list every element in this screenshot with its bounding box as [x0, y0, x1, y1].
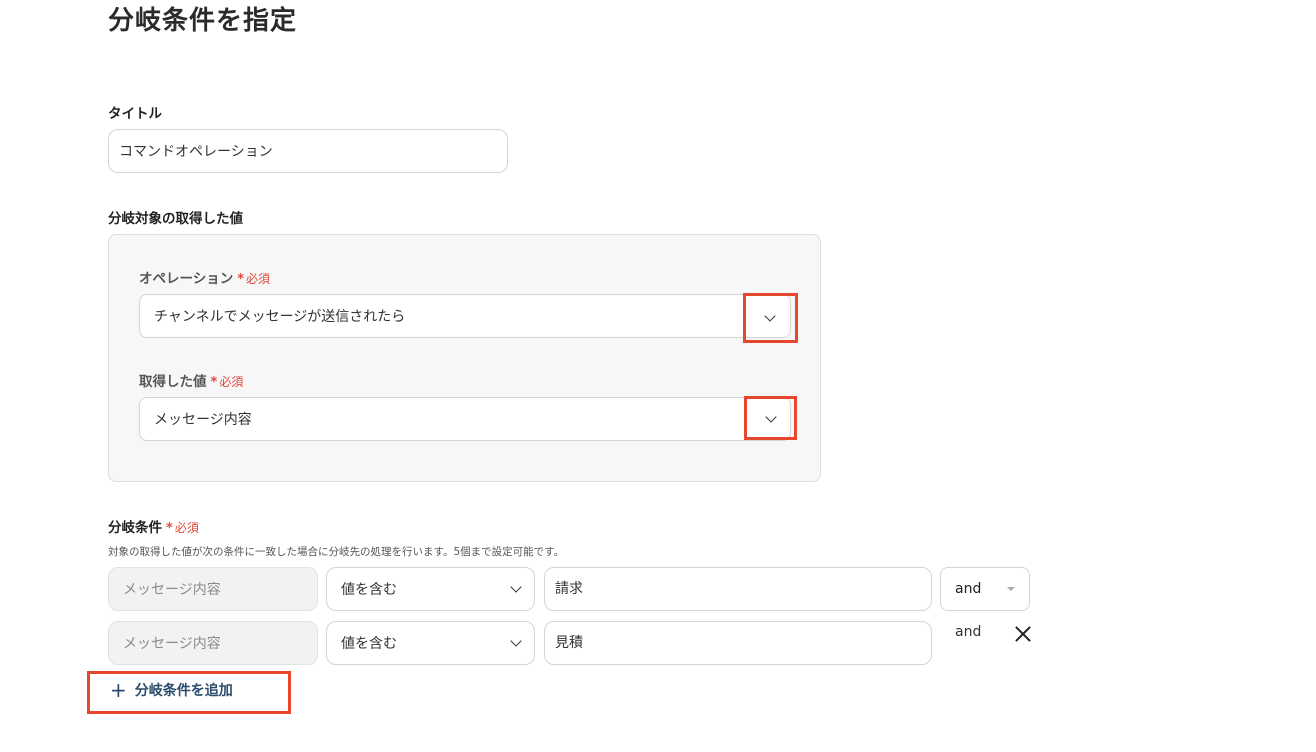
condition-value-text: 請求 — [555, 581, 583, 597]
required-star: * — [210, 375, 218, 390]
highlight-box-operation — [743, 293, 798, 343]
chevron-down-icon — [510, 581, 522, 593]
page-title: 分岐条件を指定 — [108, 6, 298, 36]
condition-field-value: メッセージ内容 — [123, 636, 221, 652]
acquired-value-label-text: 取得した値 — [139, 374, 207, 390]
conditions-label: 分岐条件 * 必須 — [108, 516, 199, 536]
condition-value-input[interactable]: 請求 — [544, 567, 932, 611]
operation-select-value: チャンネルでメッセージが送信されたら — [154, 309, 406, 325]
required-badge: 必須 — [219, 375, 244, 389]
title-input[interactable]: コマンドオペレーション — [108, 129, 508, 173]
condition-operator-value: 値を含む — [341, 636, 397, 652]
conditions-help-text: 対象の取得した値が次の条件に一致した場合に分岐先の処理を行います。5個まで設定可… — [108, 546, 565, 558]
close-icon[interactable] — [1015, 626, 1031, 642]
operation-label-text: オペレーション — [139, 271, 234, 287]
operation-select[interactable]: チャンネルでメッセージが送信されたら — [139, 294, 791, 338]
required-star: * — [166, 521, 173, 536]
condition-field: メッセージ内容 — [108, 567, 318, 611]
required-badge: 必須 — [174, 521, 199, 535]
conjunction-text: and — [955, 624, 982, 640]
acquired-value-label: 取得した値 * 必須 — [139, 370, 243, 390]
required-badge: 必須 — [246, 272, 271, 286]
conjunction-select[interactable]: and — [940, 567, 1030, 611]
operation-label: オペレーション * 必須 — [139, 267, 270, 287]
condition-operator-select[interactable]: 値を含む — [326, 621, 535, 665]
condition-field-value: メッセージ内容 — [123, 582, 221, 598]
branch-target-label: 分岐対象の取得した値 — [108, 211, 243, 227]
required-star: * — [237, 272, 245, 287]
caret-down-icon — [1007, 587, 1015, 591]
conjunction-value: and — [955, 581, 982, 597]
highlight-box-acquired-value — [744, 396, 797, 440]
condition-operator-value: 値を含む — [341, 582, 397, 598]
chevron-down-icon — [510, 635, 522, 647]
condition-field: メッセージ内容 — [108, 621, 318, 665]
title-label: タイトル — [108, 106, 162, 122]
condition-operator-select[interactable]: 値を含む — [326, 567, 535, 611]
acquired-value-select[interactable]: メッセージ内容 — [139, 397, 791, 441]
conditions-label-text: 分岐条件 — [108, 520, 162, 536]
condition-value-text: 見積 — [555, 635, 583, 651]
title-input-value: コマンドオペレーション — [119, 144, 273, 160]
condition-value-input[interactable]: 見積 — [544, 621, 932, 665]
acquired-value-select-value: メッセージ内容 — [154, 412, 252, 428]
highlight-box-add-condition — [87, 671, 291, 714]
